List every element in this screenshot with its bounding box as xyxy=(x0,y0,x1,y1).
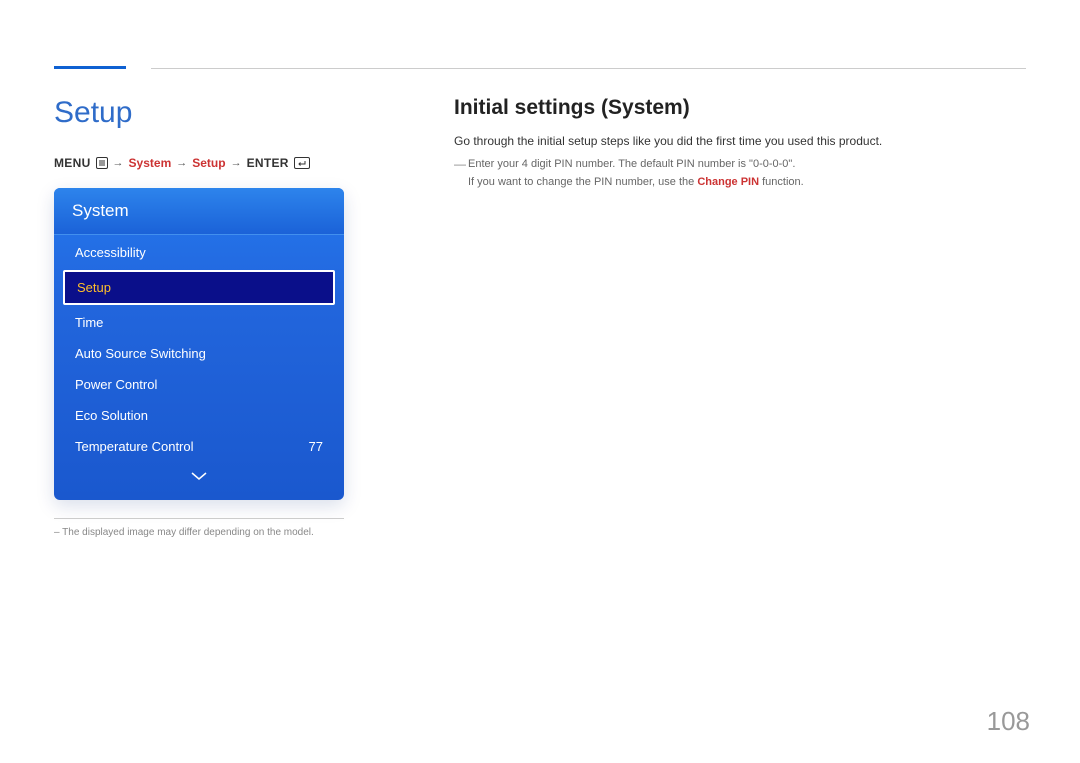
right-column: Initial settings (System) Go through the… xyxy=(454,54,1026,538)
menu-item-label: Temperature Control xyxy=(75,439,194,454)
menu-item-label: Accessibility xyxy=(75,245,146,260)
left-column: Setup MENU → System → Setup → ENTER Syst… xyxy=(54,54,404,538)
note-pin-default: Enter your 4 digit PIN number. The defau… xyxy=(468,156,1026,174)
change-pin-label: Change PIN xyxy=(697,176,759,188)
menu-item-eco-solution[interactable]: Eco Solution xyxy=(63,400,335,431)
menu-item-label: Eco Solution xyxy=(75,408,148,423)
menu-panel-header: System xyxy=(54,188,344,235)
breadcrumb-system: System xyxy=(129,156,172,170)
menu-item-label: Setup xyxy=(77,280,111,295)
enter-icon xyxy=(294,157,310,169)
note-text-post: function. xyxy=(759,176,804,188)
top-rule-line xyxy=(151,68,1026,69)
page-content: Setup MENU → System → Setup → ENTER Syst… xyxy=(0,0,1080,538)
menu-item-label: Auto Source Switching xyxy=(75,346,206,361)
panel-bottom-rule xyxy=(54,518,344,519)
menu-item-label: Time xyxy=(75,315,103,330)
top-rule-accent xyxy=(54,66,126,69)
menu-items-container: Accessibility Setup Time Auto Source Swi… xyxy=(54,235,344,464)
menu-item-auto-source[interactable]: Auto Source Switching xyxy=(63,338,335,369)
image-disclaimer: – The displayed image may differ dependi… xyxy=(54,527,354,538)
menu-icon xyxy=(96,157,108,169)
breadcrumb-enter: ENTER xyxy=(247,156,289,170)
note-text-pre: If you want to change the PIN number, us… xyxy=(468,176,697,188)
system-menu-panel: System Accessibility Setup Time Auto Sou… xyxy=(54,188,344,500)
breadcrumb: MENU → System → Setup → ENTER xyxy=(54,156,404,170)
breadcrumb-arrow-icon: → xyxy=(231,157,242,169)
breadcrumb-arrow-icon: → xyxy=(176,157,187,169)
menu-item-power-control[interactable]: Power Control xyxy=(63,369,335,400)
breadcrumb-menu: MENU xyxy=(54,156,91,170)
menu-item-time[interactable]: Time xyxy=(63,307,335,338)
section-title: Initial settings (System) xyxy=(454,96,1026,120)
menu-item-setup[interactable]: Setup xyxy=(63,270,335,305)
note-change-pin: If you want to change the PIN number, us… xyxy=(468,174,1026,192)
section-body: Go through the initial setup steps like … xyxy=(454,134,1026,148)
menu-item-label: Power Control xyxy=(75,377,157,392)
menu-item-temperature[interactable]: Temperature Control 77 xyxy=(63,431,335,462)
page-number: 108 xyxy=(987,706,1030,737)
menu-item-accessibility[interactable]: Accessibility xyxy=(63,237,335,268)
breadcrumb-arrow-icon: → xyxy=(113,157,124,169)
scroll-down-icon[interactable] xyxy=(54,464,344,492)
menu-item-value: 77 xyxy=(309,439,323,454)
breadcrumb-setup: Setup xyxy=(192,156,225,170)
page-title: Setup xyxy=(54,96,404,130)
